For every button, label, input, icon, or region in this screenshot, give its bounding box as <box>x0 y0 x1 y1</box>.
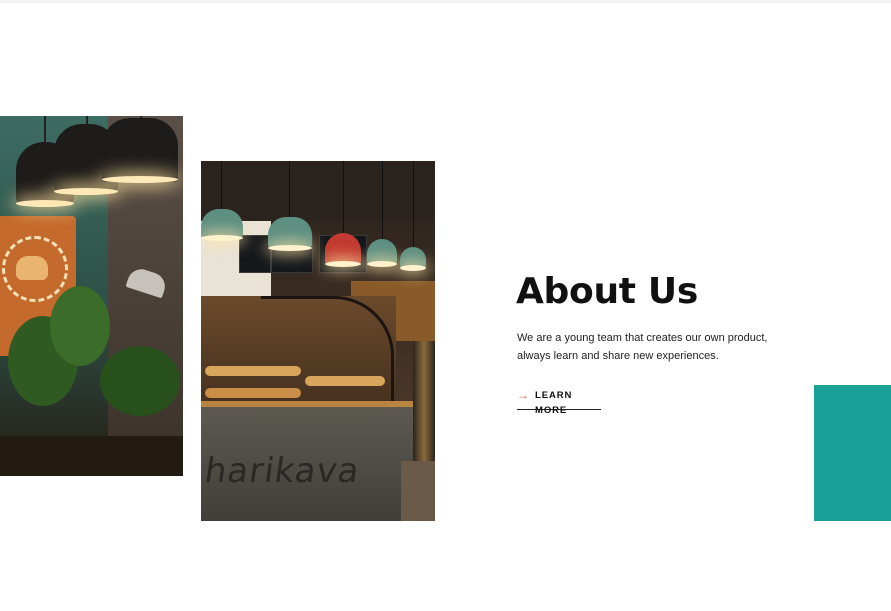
elephant-icon <box>16 256 48 280</box>
cafe-interior-photo <box>0 116 183 476</box>
arrow-right-icon: → <box>517 388 529 402</box>
top-divider <box>0 0 891 3</box>
description-line: We are a young team that creates our own… <box>517 332 768 344</box>
learn-more-link[interactable]: → LEARN MORE <box>517 388 601 416</box>
pastry-tray <box>205 366 301 376</box>
about-description: We are a young team that creates our own… <box>517 330 817 365</box>
pastry-tray <box>305 376 385 386</box>
counter-sign-text: harikava <box>202 451 363 491</box>
pastry-tray <box>205 388 301 398</box>
menu-board <box>239 235 271 273</box>
teal-accent-block <box>814 385 891 521</box>
plant <box>50 286 110 366</box>
description-line: always learn and share new experiences. <box>517 349 719 362</box>
learn-more-label: LEARN MORE <box>535 390 573 416</box>
plant <box>100 346 180 416</box>
floor <box>401 461 435 521</box>
cafe-table <box>0 436 183 476</box>
page-title: About Us <box>516 271 698 312</box>
bakery-counter-photo: harikava <box>201 161 435 521</box>
